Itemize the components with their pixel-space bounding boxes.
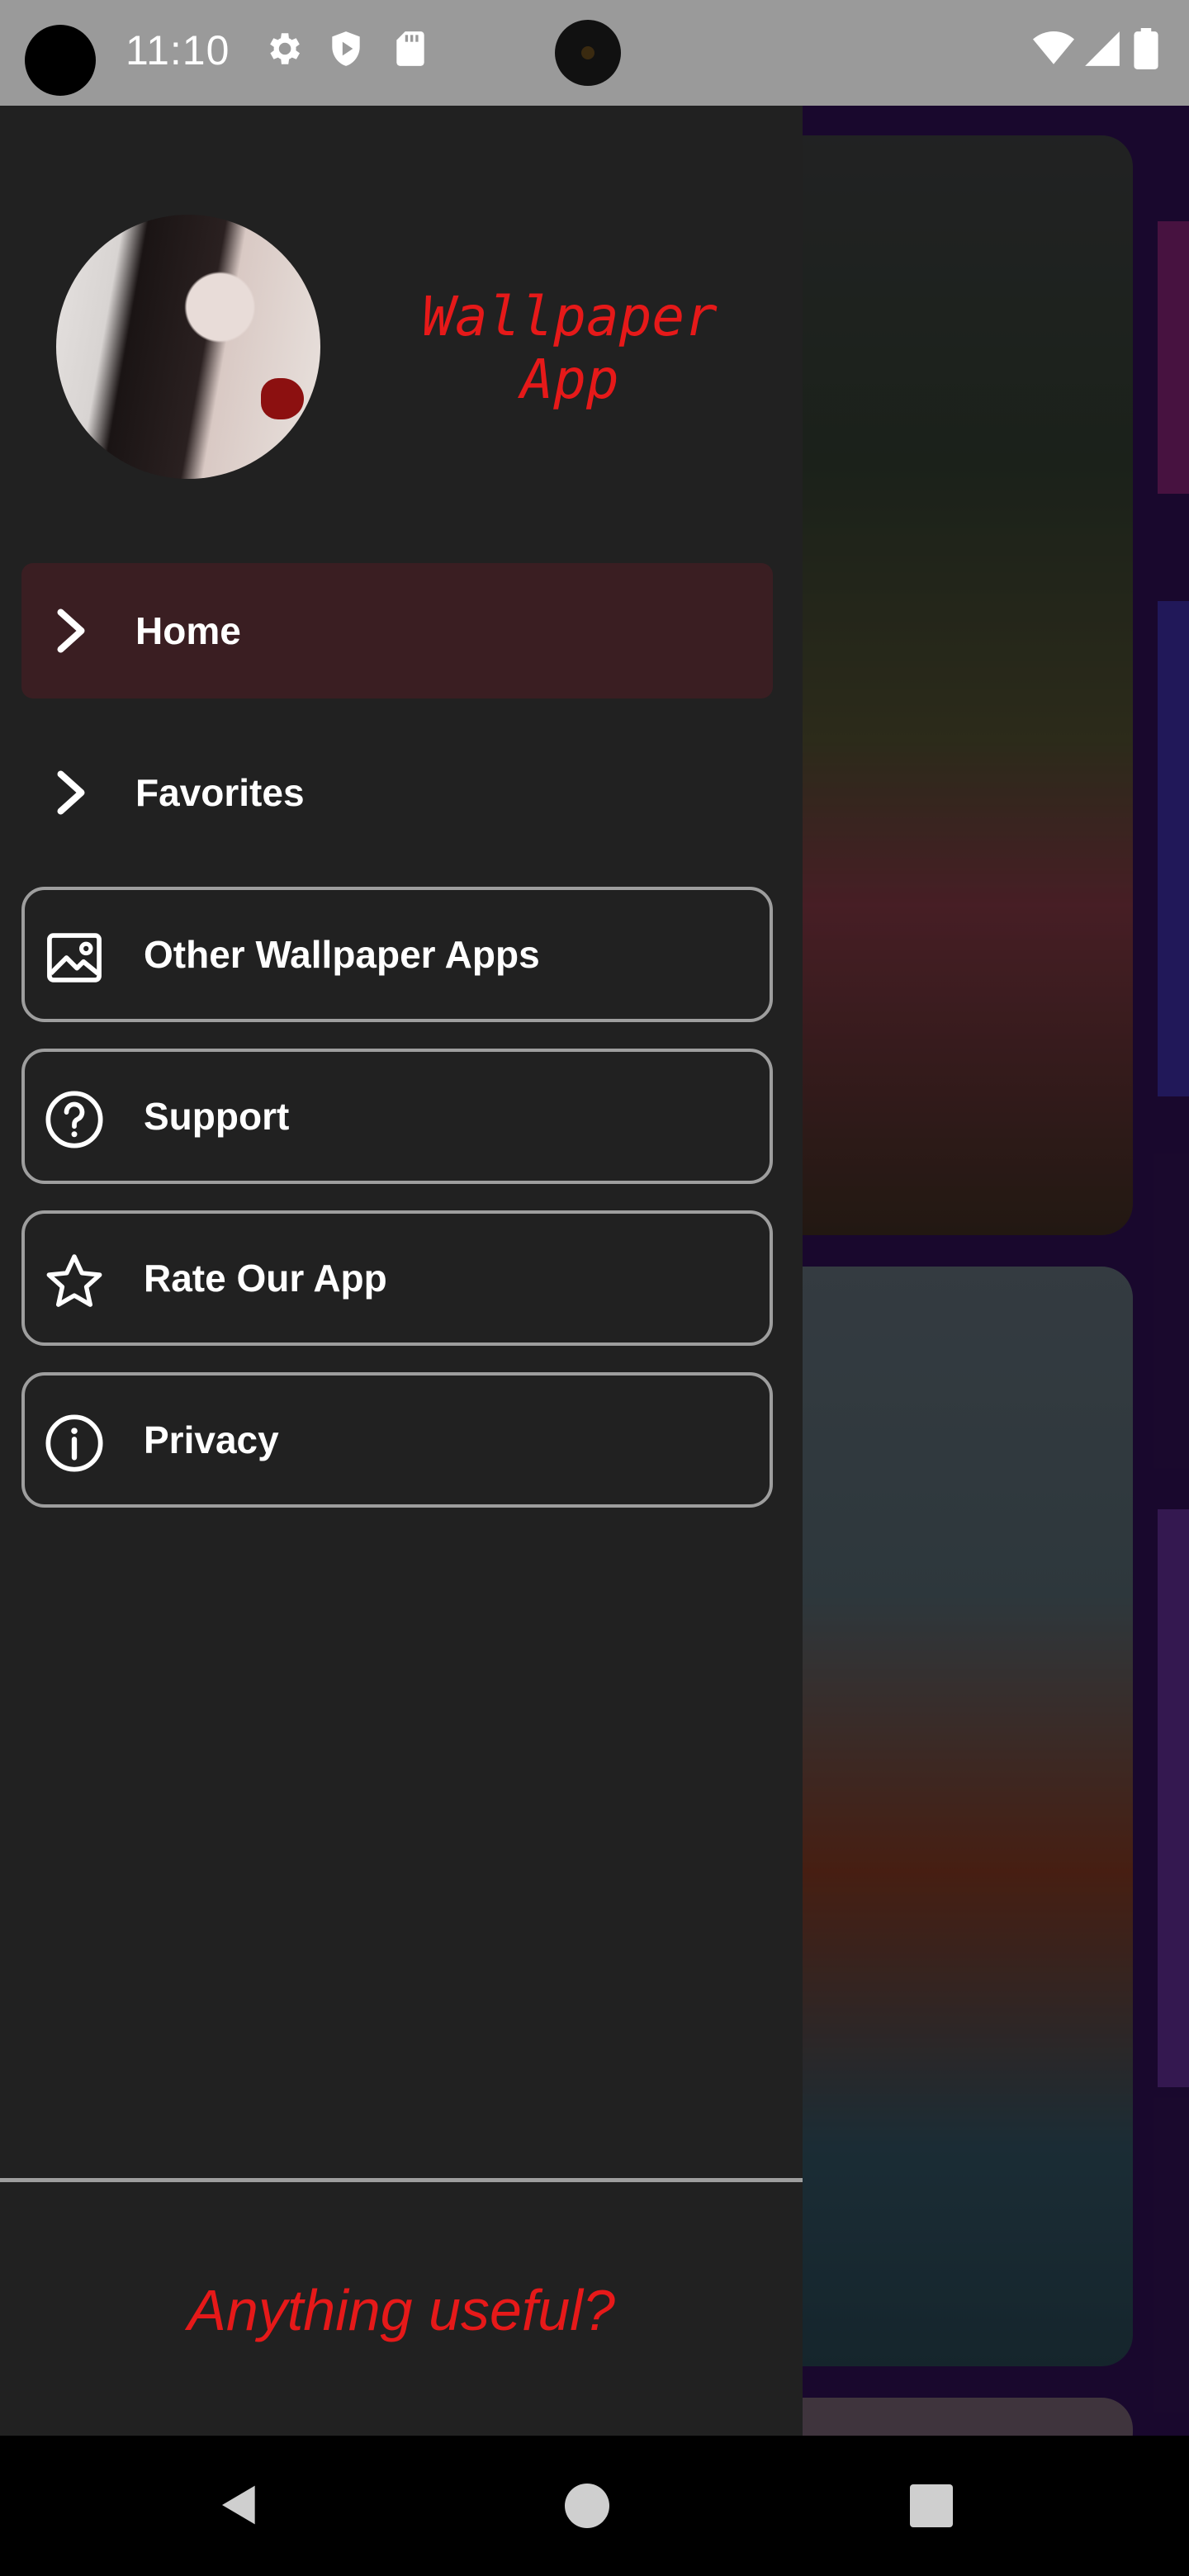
gear-icon <box>270 33 300 64</box>
help-circle-icon <box>45 1091 103 1148</box>
camera-hole <box>25 25 96 96</box>
back-icon[interactable] <box>216 2480 263 2530</box>
divider <box>0 2178 803 2182</box>
footer-text: Anything useful? <box>187 2278 615 2342</box>
clock: 11:10 <box>126 27 230 73</box>
sd-card-icon <box>396 31 424 66</box>
battery-icon <box>1134 28 1158 69</box>
app-title: Wallpaper App <box>422 285 718 411</box>
status-bar: 11:10 <box>0 0 1189 106</box>
home-icon[interactable] <box>565 2484 609 2528</box>
navigation-drawer: Wallpaper App Home Favorites Other Wallp… <box>0 106 803 2436</box>
shield-icon <box>332 31 360 66</box>
chevron-right-icon <box>57 608 85 653</box>
menu-item-favorites[interactable]: Favorites <box>21 725 773 860</box>
info-circle-icon <box>45 1414 103 1472</box>
privacy-button[interactable]: Privacy <box>21 1372 773 1508</box>
other-wallpaper-apps-button[interactable]: Other Wallpaper Apps <box>21 887 773 1022</box>
recents-icon[interactable] <box>910 2484 953 2527</box>
avatar-detail <box>261 378 304 419</box>
front-camera <box>555 20 621 86</box>
system-navigation-bar <box>0 2436 1189 2576</box>
rate-our-app-button[interactable]: Rate Our App <box>21 1210 773 1346</box>
avatar <box>56 215 320 479</box>
menu-item-label: Favorites <box>135 771 305 814</box>
wifi-icon <box>1033 31 1074 64</box>
button-label: Other Wallpaper Apps <box>144 933 540 976</box>
signal-icon <box>1085 31 1120 66</box>
support-button[interactable]: Support <box>21 1049 773 1184</box>
menu-item-home[interactable]: Home <box>21 563 773 698</box>
button-label: Rate Our App <box>144 1257 387 1300</box>
button-label: Support <box>144 1095 290 1138</box>
menu-item-label: Home <box>135 609 241 652</box>
drawer-scrim[interactable] <box>803 106 1189 2436</box>
chevron-right-icon <box>57 770 85 815</box>
image-icon <box>47 933 102 983</box>
star-icon <box>46 1254 102 1307</box>
button-label: Privacy <box>144 1418 279 1461</box>
